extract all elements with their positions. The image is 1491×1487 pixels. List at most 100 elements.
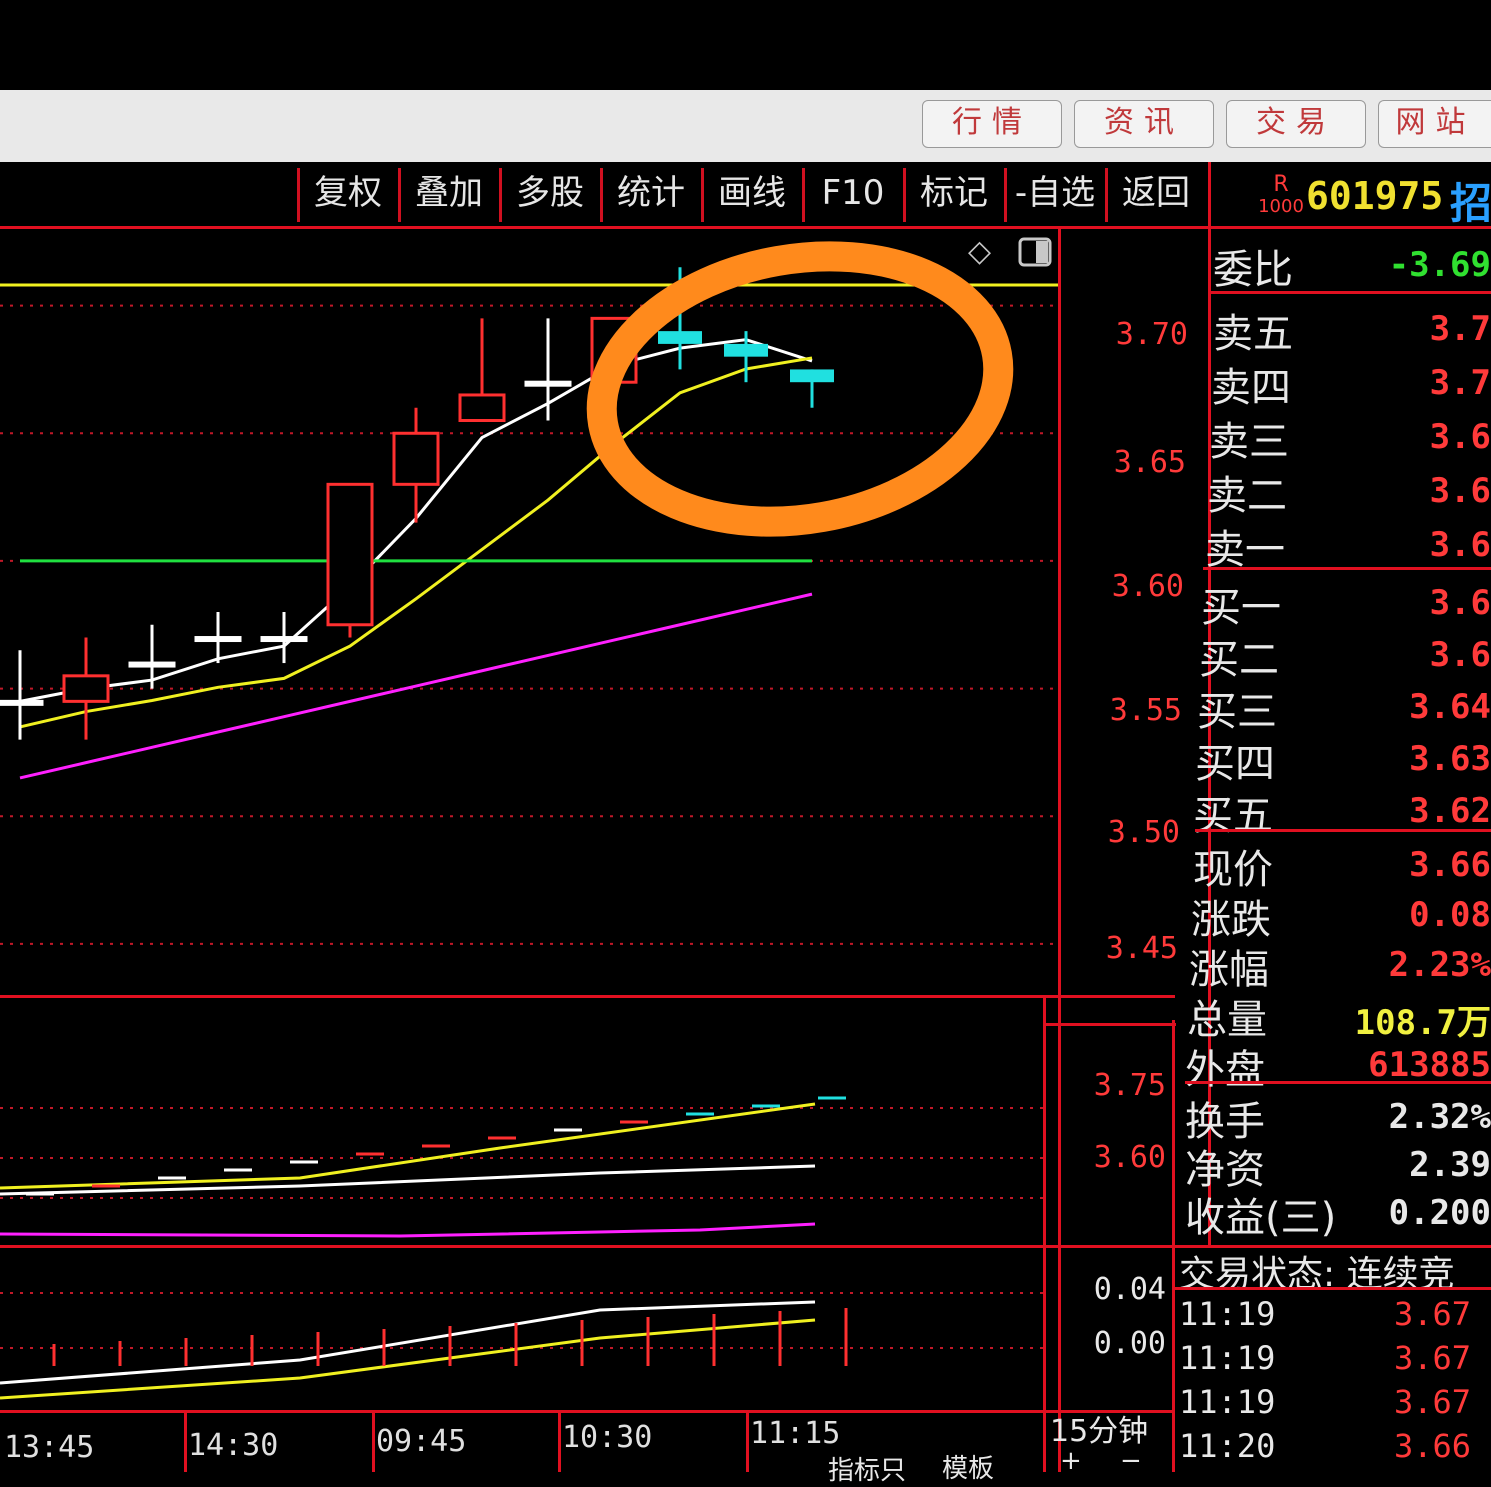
toolbar-f10-button[interactable]: F10 — [805, 162, 901, 224]
tick-price: 3.66 — [1393, 1427, 1471, 1465]
quote-panel: 委比 -3.69 卖五 3.7 卖四 3.7 卖三 3.6 卖二 3.6 卖一 3.6 买一 3.6… — [1175, 229, 1491, 1472]
price-tick: 3.50 — [1107, 815, 1180, 850]
tick-time: 11:19 — [1179, 1295, 1276, 1333]
time-separator — [558, 1412, 561, 1472]
candle-body — [62, 674, 110, 703]
bid-value: 3.6 — [1429, 635, 1491, 675]
time-tick: 11:15 — [750, 1416, 841, 1451]
candle-body — [458, 393, 506, 422]
stat-value: 0.08 — [1409, 895, 1491, 935]
toolbar-mark-button[interactable]: 标记 — [906, 162, 1002, 224]
stat-value: 108.7万 — [1354, 1003, 1491, 1043]
bid-label: 买三 — [1197, 689, 1277, 735]
toolbar-multi-stock-button[interactable]: 多股 — [502, 162, 598, 224]
candle-body — [326, 482, 374, 627]
tick-price: 3.67 — [1393, 1339, 1471, 1377]
time-separator — [184, 1412, 187, 1472]
ask-value: 3.6 — [1429, 525, 1491, 565]
stat-value: 2.23% — [1388, 945, 1491, 985]
bid-value: 3.64 — [1409, 687, 1491, 727]
bottom-tab-template[interactable]: 模板 — [942, 1448, 994, 1485]
row-divider — [1195, 829, 1491, 832]
bid-label: 买五 — [1193, 793, 1273, 839]
price-tick: 3.55 — [1109, 693, 1182, 728]
secondary-chart — [0, 1096, 1043, 1238]
indicator-tick: 0.04 — [1093, 1272, 1166, 1307]
row-divider — [1203, 567, 1491, 570]
moving-average-lines — [19, 338, 813, 780]
stat2-value: 2.39 — [1409, 1145, 1491, 1185]
ask-label: 卖二 — [1207, 473, 1287, 519]
period-selector[interactable]: 15分钟 — [1050, 1406, 1148, 1450]
candle-body — [392, 431, 440, 486]
candle-body — [658, 331, 702, 344]
chart-grid — [0, 304, 1058, 945]
candlestick-chart: ◇ — [0, 234, 1058, 945]
stat2-value: 2.32% — [1388, 1097, 1491, 1137]
candle-body — [524, 380, 572, 387]
indicator-tick: 0.00 — [1093, 1326, 1166, 1361]
time-tick: 13:45 — [4, 1430, 95, 1465]
stat-value: 3.66 — [1409, 845, 1491, 885]
tick-price: 3.67 — [1393, 1295, 1471, 1333]
indicator-line-yellow — [0, 1318, 816, 1400]
price-tick: 3.45 — [1105, 931, 1178, 966]
time-tick: 10:30 — [562, 1420, 653, 1455]
stock-name: 招 — [1450, 179, 1491, 228]
ask-value: 3.6 — [1429, 417, 1491, 457]
tab-news[interactable]: 资讯 — [1074, 100, 1214, 148]
price-tick: 3.60 — [1111, 569, 1184, 604]
ask-value: 3.7 — [1429, 363, 1491, 403]
row-divider — [1175, 1287, 1491, 1290]
stat2-value: 0.200 — [1388, 1193, 1491, 1233]
ask-value: 3.6 — [1429, 471, 1491, 511]
tick-time: 11:19 — [1179, 1339, 1276, 1377]
stock-badge-bottom: 1000 — [1258, 196, 1304, 217]
indicator-chart — [0, 1292, 1043, 1400]
stat-value: 613885 — [1368, 1045, 1491, 1085]
toolbar-back-button[interactable]: 返回 — [1108, 162, 1204, 224]
toolbar-adjust-button[interactable]: 复权 — [300, 162, 396, 224]
frame-line — [0, 1410, 1175, 1413]
tab-trade[interactable]: 交易 — [1226, 100, 1366, 148]
candle-body — [724, 343, 768, 357]
stock-badge: R 1000 — [1256, 174, 1306, 218]
toolbar-stats-button[interactable]: 统计 — [603, 162, 699, 224]
secondary-tick: 3.75 — [1093, 1068, 1166, 1103]
secondary-ma-magenta — [0, 1222, 816, 1238]
secondary-ma-yellow — [0, 1102, 816, 1190]
bid-label: 买四 — [1195, 741, 1275, 787]
secondary-tick: 3.60 — [1093, 1140, 1166, 1175]
diamond-icon: ◇ — [968, 234, 991, 269]
panel-toggle-icon-fill — [1036, 241, 1048, 263]
tab-website[interactable]: 网站 — [1378, 100, 1491, 148]
time-separator — [746, 1412, 749, 1472]
candle-body — [0, 699, 44, 706]
tick-time: 11:20 — [1179, 1427, 1276, 1465]
tick-price: 3.67 — [1393, 1383, 1471, 1421]
bid-value: 3.63 — [1409, 739, 1491, 779]
bid-label: 买二 — [1199, 637, 1279, 683]
time-tick: 14:30 — [188, 1428, 279, 1463]
bid-value: 3.6 — [1429, 583, 1491, 623]
secondary-ma-white — [0, 1164, 816, 1196]
toolbar-overlay-button[interactable]: 叠加 — [401, 162, 497, 224]
weibi-value: -3.69 — [1388, 245, 1491, 285]
bottom-tab-indicator[interactable]: 指标只 — [828, 1450, 906, 1487]
ask-label: 卖四 — [1211, 365, 1291, 411]
tab-market[interactable]: 行情 — [922, 100, 1062, 148]
ask-label: 卖三 — [1209, 419, 1289, 465]
indicator-line-white — [0, 1300, 816, 1385]
toolbar-draw-button[interactable]: 画线 — [704, 162, 800, 224]
candle-body — [194, 636, 242, 643]
ask-label: 卖五 — [1213, 311, 1293, 357]
stat-label: 外盘 — [1185, 1047, 1265, 1093]
time-tick: 09:45 — [376, 1424, 467, 1459]
ma60-line — [19, 592, 813, 780]
tick-time: 11:19 — [1179, 1383, 1276, 1421]
stat2-label: 收益(三) — [1185, 1195, 1337, 1241]
toolbar-watchlist-button[interactable]: -自选 — [1007, 162, 1103, 224]
candle-body — [128, 661, 176, 668]
bid-value: 3.62 — [1409, 791, 1491, 831]
candle-body — [260, 636, 308, 643]
